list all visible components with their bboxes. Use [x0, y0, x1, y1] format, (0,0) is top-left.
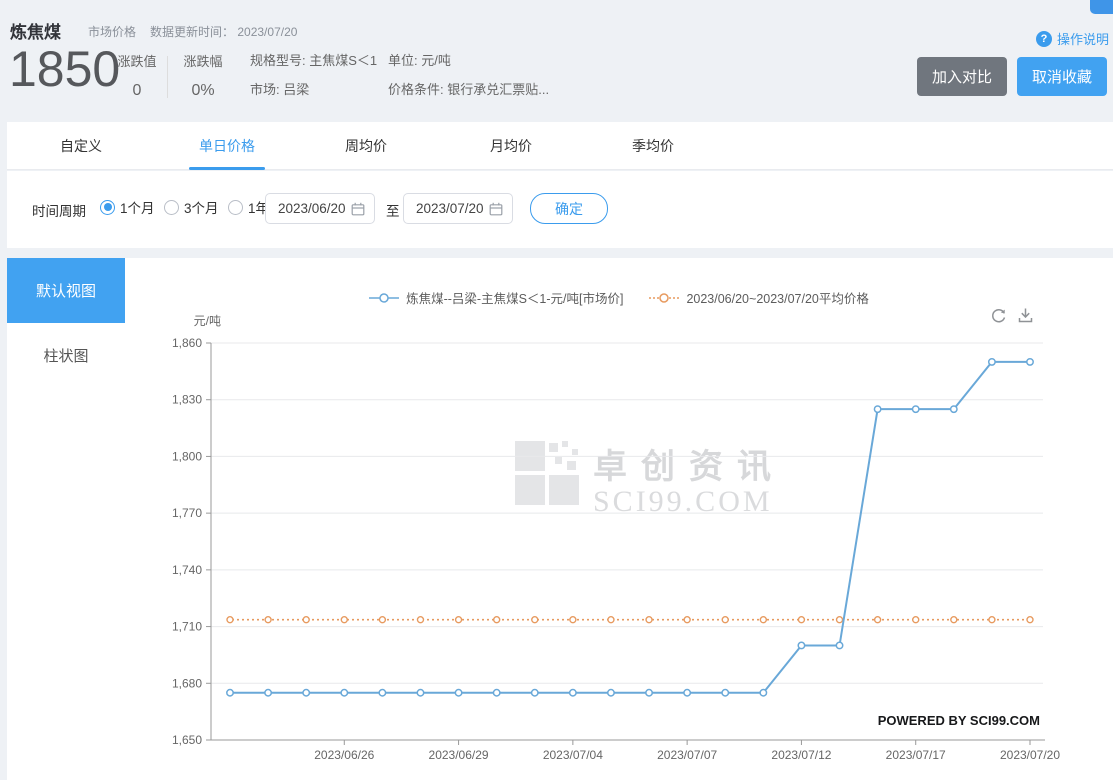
svg-text:2023/06/26: 2023/06/26: [314, 748, 374, 762]
add-compare-button[interactable]: 加入对比: [917, 57, 1007, 96]
radio-icon: [228, 199, 243, 215]
market-row: 市场: 吕梁: [250, 82, 377, 98]
tab-monthly-avg[interactable]: 月均价: [490, 122, 532, 170]
date-to-value: 2023/07/20: [416, 201, 484, 216]
svg-text:1,830: 1,830: [172, 393, 202, 407]
sidebar-item-default-view[interactable]: 默认视图: [7, 258, 125, 323]
svg-text:1,650: 1,650: [172, 733, 202, 747]
radio-icon: [164, 199, 179, 215]
market-price-series: [226, 357, 1034, 697]
current-price: 1850: [9, 41, 121, 97]
gridlines: [211, 342, 1043, 684]
svg-text:1,740: 1,740: [172, 563, 202, 577]
powered-by-text: POWERED BY SCI99.COM: [877, 713, 1040, 728]
market-label: 市场:: [250, 82, 280, 97]
svg-text:1,770: 1,770: [172, 506, 202, 520]
condition-value: 银行承兑汇票贴...: [447, 82, 550, 97]
chart-region: 炼焦煤--吕梁-主焦煤S＜1-元/吨[市场价] 2023/06/20~2023/…: [125, 258, 1113, 780]
unit-value: 元/吨: [421, 53, 451, 68]
change-pct-label: 涨跌幅: [183, 54, 223, 69]
x-axis-labels: 2023/06/26 2023/06/29 2023/07/04 2023/07/07…: [314, 740, 1060, 762]
floating-widget-partial[interactable]: [1090, 0, 1113, 14]
change-value: 0: [132, 82, 142, 99]
update-time-value: 2023/07/20: [237, 25, 298, 39]
spec-value: 主焦煤S＜1: [309, 53, 378, 68]
confirm-button[interactable]: 确定: [530, 193, 608, 224]
svg-text:2023/07/20: 2023/07/20: [1000, 748, 1060, 762]
spec-row: 规格型号: 主焦煤S＜1: [250, 53, 377, 69]
condition-label: 价格条件:: [388, 82, 444, 97]
filter-bar: 时间周期 1个月 3个月 1年 2023/06/20 至 2023/07/20 …: [7, 171, 1113, 248]
condition-row: 价格条件: 银行承兑汇票贴...: [388, 82, 549, 98]
radio-icon: [100, 199, 115, 215]
price-line-chart[interactable]: 1,650 1,680 1,710 1,740 1,770 1,800 1,830 1,860…: [125, 258, 1113, 780]
svg-text:1,860: 1,860: [172, 336, 202, 350]
spec-market-block: 规格型号: 主焦煤S＜1 市场: 吕梁: [250, 53, 377, 98]
main-panel: 默认视图 柱状图 炼焦煤--吕梁-主焦煤S＜1-元/吨[市场价] 2023/06…: [7, 258, 1113, 780]
svg-text:2023/07/17: 2023/07/17: [886, 748, 946, 762]
question-circle-icon: ?: [1035, 30, 1052, 47]
tab-custom[interactable]: 自定义: [60, 122, 102, 170]
unit-label: 单位:: [388, 53, 418, 68]
change-pct-block: 涨跌幅 0%: [176, 51, 230, 100]
svg-text:2023/07/12: 2023/07/12: [771, 748, 831, 762]
change-pct-value: 0%: [191, 82, 215, 99]
tab-quarterly-avg[interactable]: 季均价: [632, 122, 674, 170]
average-price-series: [226, 615, 1034, 624]
sidebar-item-bar-chart[interactable]: 柱状图: [7, 323, 125, 388]
divider: [167, 56, 168, 98]
change-value-block: 涨跌值 0: [110, 51, 164, 100]
svg-text:1,680: 1,680: [172, 676, 202, 690]
app-window: 炼焦煤 市场价格 数据更新时间： 2023/07/20 ? 操作说明 1850 …: [0, 0, 1113, 780]
tab-bar: 自定义 单日价格 周均价 月均价 季均价: [7, 122, 1113, 170]
help-link[interactable]: ? 操作说明: [1035, 29, 1109, 48]
unit-row: 单位: 元/吨: [388, 53, 549, 69]
spec-label: 规格型号:: [250, 53, 306, 68]
radio-1-month[interactable]: 1个月: [100, 197, 155, 217]
market-value: 吕梁: [283, 82, 310, 97]
y-axis-labels: 1,650 1,680 1,710 1,740 1,770 1,800 1,830 1,860: [172, 336, 211, 747]
price-type-label: 市场价格: [88, 25, 137, 39]
change-value-label: 涨跌值: [117, 54, 157, 69]
date-from-input[interactable]: 2023/06/20: [265, 193, 375, 224]
radio-label: 3个月: [184, 201, 219, 216]
period-label: 时间周期: [32, 204, 86, 219]
radio-label: 1个月: [120, 201, 155, 216]
date-from-value: 2023/06/20: [278, 201, 346, 216]
radio-3-month[interactable]: 3个月: [164, 197, 219, 217]
calendar-icon: [489, 202, 503, 215]
unit-condition-block: 单位: 元/吨 价格条件: 银行承兑汇票贴...: [388, 53, 549, 98]
svg-text:1,800: 1,800: [172, 449, 202, 463]
calendar-icon: [351, 202, 365, 215]
tab-daily-price[interactable]: 单日价格: [189, 122, 265, 170]
svg-text:2023/06/29: 2023/06/29: [429, 748, 489, 762]
svg-text:2023/07/07: 2023/07/07: [657, 748, 717, 762]
update-time: 数据更新时间： 2023/07/20: [150, 23, 297, 40]
to-label: 至: [386, 204, 400, 219]
help-label: 操作说明: [1056, 32, 1109, 47]
svg-text:1,710: 1,710: [172, 620, 202, 634]
date-to-input[interactable]: 2023/07/20: [403, 193, 513, 224]
tab-weekly-avg[interactable]: 周均价: [345, 122, 387, 170]
update-time-label: 数据更新时间：: [150, 25, 235, 39]
cancel-favorite-button[interactable]: 取消收藏: [1017, 57, 1107, 96]
svg-text:2023/07/04: 2023/07/04: [543, 748, 603, 762]
radio-1-year[interactable]: 1年: [228, 197, 269, 217]
